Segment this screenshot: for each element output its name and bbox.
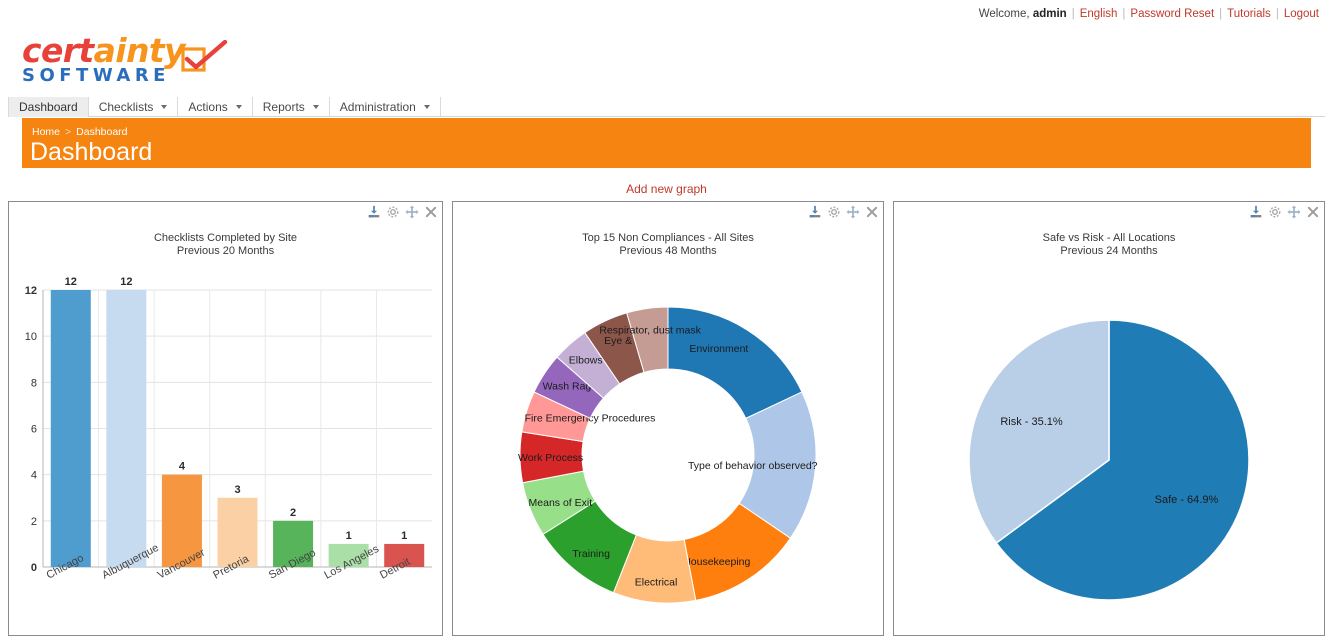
gear-icon[interactable]	[827, 205, 841, 219]
password-reset-link[interactable]: Password Reset	[1130, 8, 1214, 20]
util-sep-4: |	[1275, 8, 1279, 20]
util-sep-1: |	[1071, 8, 1075, 20]
close-icon[interactable]	[424, 205, 438, 219]
svg-text:0: 0	[31, 562, 37, 574]
breadcrumb-dashboard[interactable]: Dashboard	[76, 126, 127, 138]
chart-subtitle-text: Previous 20 Months	[176, 245, 275, 257]
nav-item-reports[interactable]: Reports	[253, 97, 330, 117]
svg-text:Work Process: Work Process	[518, 452, 583, 464]
svg-text:Type of behavior observed?: Type of behavior observed?	[688, 460, 818, 472]
download-icon[interactable]	[808, 205, 822, 219]
tutorials-link[interactable]: Tutorials	[1227, 8, 1271, 20]
panel-toolbar	[1249, 205, 1320, 219]
nav-item-dashboard[interactable]: Dashboard	[8, 97, 89, 117]
page-title: Dashboard	[30, 138, 153, 166]
nav-label-dashboard: Dashboard	[19, 100, 78, 114]
svg-text:Means of Exit: Means of Exit	[529, 497, 593, 509]
close-icon[interactable]	[865, 205, 879, 219]
nav-item-checklists[interactable]: Checklists	[89, 97, 179, 117]
svg-text:4: 4	[179, 461, 186, 473]
close-icon[interactable]	[1306, 205, 1320, 219]
move-icon[interactable]	[1287, 205, 1301, 219]
checkbox-check-icon	[181, 40, 228, 72]
chart-panel-safe-vs-risk: Safe vs Risk - All Locations Previous 24…	[893, 201, 1325, 636]
donut-chart: Environment Type of behavior observed? Hou…	[453, 260, 883, 635]
download-icon[interactable]	[1249, 205, 1263, 219]
username-label: admin	[1032, 8, 1067, 20]
chevron-down-icon	[312, 105, 319, 109]
chart-title-text: Checklists Completed by Site	[153, 232, 298, 244]
welcome-text: Welcome, admin	[979, 8, 1067, 20]
add-new-graph-link[interactable]: Add new graph	[626, 182, 707, 196]
svg-text:6: 6	[31, 424, 37, 436]
breadcrumb-separator: >	[65, 126, 72, 138]
move-icon[interactable]	[405, 205, 419, 219]
util-sep-3: |	[1219, 8, 1223, 20]
svg-text:2: 2	[31, 516, 37, 528]
svg-text:Housekeeping: Housekeeping	[683, 556, 750, 568]
chart-title-donut: Top 15 Non Compliances - All Sites Previ…	[453, 232, 883, 258]
chart-panel-top-non-compliances: Top 15 Non Compliances - All Sites Previ…	[452, 201, 884, 636]
nav-label-checklists: Checklists	[98, 100, 154, 114]
chart-title-bar: Checklists Completed by Site Previous 20…	[9, 232, 442, 258]
chart-panel-checklists-completed: Checklists Completed by Site Previous 20…	[8, 201, 443, 636]
dashboard-page: Welcome, admin | English | Password Rese…	[0, 0, 1333, 642]
move-icon[interactable]	[846, 205, 860, 219]
nav-item-administration[interactable]: Administration	[330, 97, 441, 117]
svg-text:Respirator, dust mask: Respirator, dust mask	[599, 324, 701, 336]
svg-text:12: 12	[120, 276, 132, 288]
svg-text:Risk - 35.1%: Risk - 35.1%	[1000, 416, 1063, 428]
svg-text:2: 2	[290, 507, 296, 519]
svg-text:10: 10	[25, 331, 37, 343]
chart-subtitle-text: Previous 48 Months	[619, 245, 717, 257]
breadcrumb-home[interactable]: Home	[32, 126, 60, 138]
bar-chart: 0 2 4 6 8 10 12 12 Chicago 12 Albuquerque 4 Vancouve…	[9, 272, 442, 637]
svg-text:1: 1	[401, 530, 407, 542]
panel-toolbar	[808, 205, 879, 219]
chevron-down-icon	[161, 105, 168, 109]
nav-label-reports: Reports	[262, 100, 305, 114]
nav-label-administration: Administration	[339, 100, 416, 114]
svg-text:4: 4	[31, 470, 37, 482]
nav-item-actions[interactable]: Actions	[178, 97, 253, 117]
chevron-down-icon	[235, 105, 242, 109]
svg-text:1: 1	[346, 530, 352, 542]
gear-icon[interactable]	[386, 205, 400, 219]
svg-text:Environment: Environment	[689, 343, 748, 355]
svg-text:Wash Rag: Wash Rag	[543, 380, 592, 392]
breadcrumb: Home > Dashboard	[32, 126, 128, 138]
svg-text:12: 12	[25, 285, 37, 297]
chart-title-text: Safe vs Risk - All Locations	[1042, 232, 1176, 244]
svg-text:8: 8	[31, 377, 37, 389]
nav-label-actions: Actions	[188, 100, 228, 114]
svg-text:Safe - 64.9%: Safe - 64.9%	[1155, 494, 1219, 506]
page-header-banner: Home > Dashboard Dashboard	[22, 118, 1311, 168]
panel-toolbar	[367, 205, 438, 219]
svg-text:3: 3	[234, 484, 240, 496]
util-sep-2: |	[1122, 8, 1126, 20]
chart-subtitle-text: Previous 24 Months	[1060, 245, 1158, 257]
pie-chart: Safe - 64.9% Risk - 35.1%	[894, 260, 1324, 635]
gear-icon[interactable]	[1268, 205, 1282, 219]
logout-link[interactable]: Logout	[1284, 8, 1319, 20]
add-new-graph-row: Add new graph	[0, 182, 1333, 196]
app-logo[interactable]: certainty SOFTWARE	[22, 34, 228, 90]
welcome-prefix: Welcome,	[978, 8, 1030, 20]
svg-text:12: 12	[65, 276, 77, 288]
chart-title-pie: Safe vs Risk - All Locations Previous 24…	[894, 232, 1324, 258]
download-icon[interactable]	[367, 205, 381, 219]
svg-text:Electrical: Electrical	[635, 576, 678, 588]
chart-title-text: Top 15 Non Compliances - All Sites	[582, 232, 754, 244]
svg-text:Training: Training	[572, 548, 610, 560]
chevron-down-icon	[423, 105, 430, 109]
main-navigation: Dashboard Checklists Actions Reports Adm…	[8, 97, 1325, 117]
language-link[interactable]: English	[1080, 8, 1118, 20]
utility-bar: Welcome, admin | English | Password Rese…	[0, 0, 1333, 28]
